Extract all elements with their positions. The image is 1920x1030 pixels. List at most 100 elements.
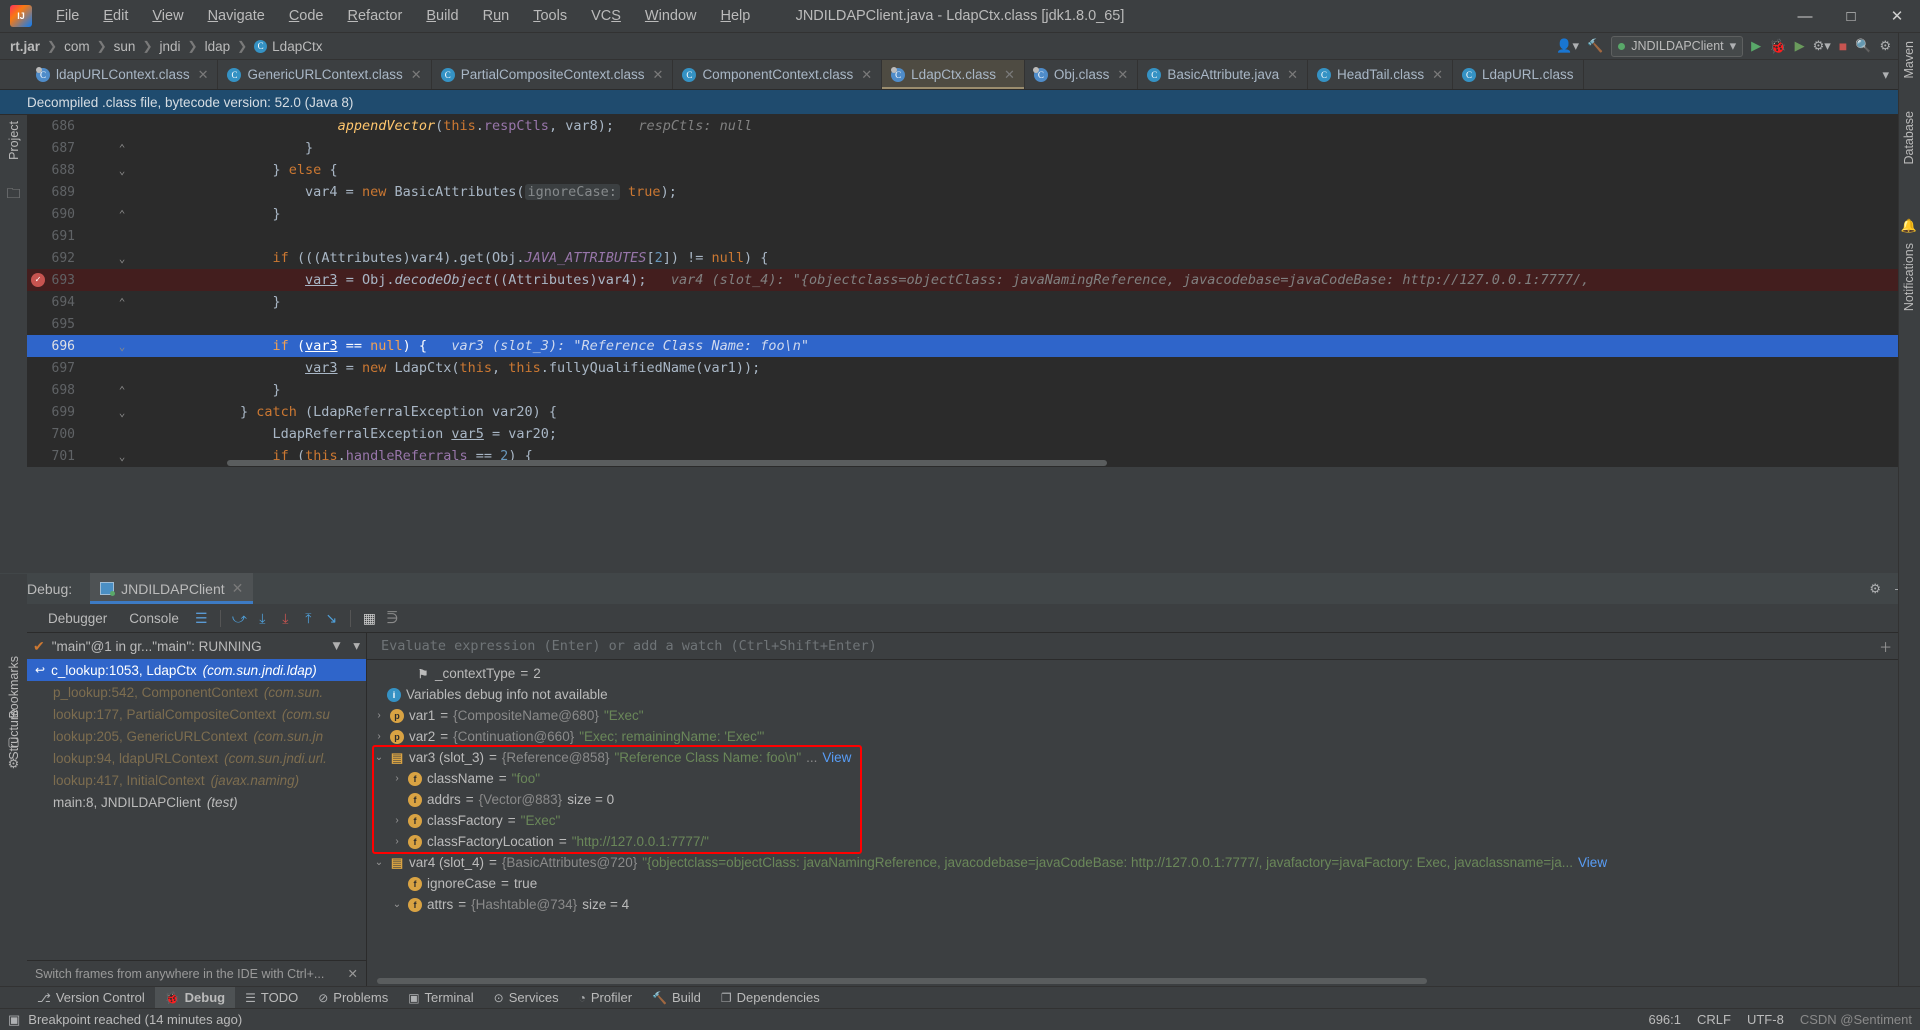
menu-help[interactable]: Help [708, 4, 762, 28]
stop-button[interactable]: ■ [1839, 38, 1847, 54]
tab-genericurlcontext[interactable]: C GenericURLContext.class ✕ [218, 60, 432, 89]
debug-session-tab[interactable]: JNDILDAPClient ✕ [90, 573, 254, 604]
frame-row-4[interactable]: lookup:94, ldapURLContext (com.sun.jndi.… [27, 747, 366, 769]
variable-row-var2[interactable]: › p var2 = {Continuation@660} "Exec; rem… [367, 726, 1920, 747]
variable-row-var1[interactable]: › p var1 = {CompositeName@680} "Exec" [367, 705, 1920, 726]
frames-hint-close-icon[interactable]: ✕ [348, 966, 358, 981]
chevron-down-icon[interactable]: ▾ [353, 638, 360, 654]
sidebar-item-notifications[interactable]: Notifications [1898, 243, 1920, 311]
breadcrumb-ldapctx[interactable]: C LdapCtx [254, 39, 322, 54]
step-over-icon[interactable]: ⤻ [228, 607, 251, 630]
menu-code[interactable]: Code [277, 4, 336, 28]
line-separator[interactable]: CRLF [1697, 1012, 1731, 1027]
variables-horizontal-scrollbar[interactable] [377, 978, 1427, 984]
tab-ldapurl[interactable]: C LdapURL.class [1453, 60, 1584, 89]
fold-handle[interactable]: ⌃ [109, 296, 135, 309]
inspections-icon[interactable]: 🔨 [1587, 38, 1603, 54]
menu-edit[interactable]: Edit [91, 4, 140, 28]
frame-row-1[interactable]: p_lookup:542, ComponentContext (com.sun. [27, 681, 366, 703]
menu-view[interactable]: View [140, 4, 195, 28]
variable-row-attrs[interactable]: ⌄ f attrs = {Hashtable@734} size = 4 [367, 894, 1920, 915]
expand-arrow[interactable]: › [391, 836, 403, 847]
tab-ldapurlcontext[interactable]: C ldapURLContext.class ✕ [27, 60, 219, 89]
fold-handle[interactable]: ⌃ [109, 384, 135, 397]
tab-partialcompositecontext[interactable]: C PartialCompositeContext.class ✕ [432, 60, 674, 89]
expand-arrow[interactable]: › [373, 710, 385, 721]
frame-row-3[interactable]: lookup:205, GenericURLContext (com.sun.j… [27, 725, 366, 747]
tab-console[interactable]: Console [118, 607, 190, 630]
fold-handle[interactable]: ⌄ [109, 164, 135, 177]
thread-selector[interactable]: ✔ "main"@1 in gr..."main": RUNNING ▼ ▾ [27, 633, 366, 659]
editor-horizontal-scrollbar[interactable] [227, 460, 1107, 466]
run-with-coverage-button[interactable]: ▶ [1795, 38, 1805, 54]
more-run-options-icon[interactable]: ⚙▾ [1813, 38, 1831, 54]
toolwin-dependencies[interactable]: ❐ Dependencies [711, 987, 830, 1009]
tab-ldapctx[interactable]: C LdapCtx.class ✕ [882, 60, 1025, 89]
breadcrumb-com[interactable]: com [64, 39, 90, 54]
sidebar-item-project[interactable]: Project [0, 121, 27, 160]
run-to-cursor-icon[interactable]: ↘ [320, 607, 343, 630]
minimize-button[interactable]: — [1782, 0, 1828, 33]
debug-session-close-icon[interactable]: ✕ [232, 580, 244, 597]
tab-close-icon[interactable]: ✕ [861, 67, 872, 83]
code-editor[interactable]: 686 appendVector(this.respCtls, var8); r… [27, 115, 1920, 467]
toolwin-debug[interactable]: 🐞 Debug [154, 986, 236, 1009]
breakpoint-icon[interactable]: ✓ [31, 273, 45, 287]
add-watch-icon[interactable]: ＋ [1879, 637, 1892, 656]
fold-handle[interactable]: ⌄ [109, 340, 135, 353]
evaluate-expression-input[interactable]: Evaluate expression (Enter) or add a wat… [367, 633, 1920, 660]
sidebar-item-database[interactable]: Database [1898, 111, 1920, 165]
variable-row-var4[interactable]: ⌄ ▤ var4 (slot_4) = {BasicAttributes@720… [367, 852, 1920, 873]
search-icon[interactable]: 🔍 [1855, 38, 1871, 54]
evaluate-expression-icon[interactable]: ▦ [358, 607, 381, 630]
toolwin-problems[interactable]: ⊘ Problems [308, 987, 398, 1009]
menu-tools[interactable]: Tools [521, 4, 579, 28]
tab-close-icon[interactable]: ✕ [1287, 67, 1298, 83]
view-link[interactable]: View [1578, 855, 1607, 870]
debugger-settings-icon[interactable]: ⋽ [381, 607, 404, 630]
view-link[interactable]: View [822, 750, 851, 765]
frame-row-2[interactable]: lookup:177, PartialCompositeContext (com… [27, 703, 366, 725]
menu-file[interactable]: File [44, 4, 91, 28]
variable-row-contexttype[interactable]: ⚑ _contextType = 2 [367, 663, 1920, 684]
tab-obj[interactable]: C Obj.class ✕ [1025, 60, 1139, 89]
tab-basicattribute[interactable]: C BasicAttribute.java ✕ [1138, 60, 1309, 89]
variable-row-classname[interactable]: › f className = "foo" [367, 768, 1920, 789]
tab-componentcontext[interactable]: C ComponentContext.class ✕ [673, 60, 883, 89]
expand-arrow[interactable]: › [391, 815, 403, 826]
collapse-arrow[interactable]: ⌄ [373, 857, 385, 868]
fold-handle[interactable]: ⌃ [109, 208, 135, 221]
layout-settings-icon[interactable]: ☰ [190, 607, 213, 630]
tab-close-icon[interactable]: ✕ [198, 67, 209, 83]
fold-handle[interactable]: ⌄ [109, 252, 135, 265]
breadcrumb-jndi[interactable]: jndi [160, 39, 181, 54]
step-into-icon[interactable]: ⤓ [251, 607, 274, 630]
maximize-button[interactable]: □ [1828, 0, 1874, 33]
force-step-into-icon[interactable]: ⤓ [274, 607, 297, 630]
debug-settings-icon[interactable]: ⚙ [1869, 581, 1881, 597]
file-encoding[interactable]: UTF-8 [1747, 1012, 1784, 1027]
tab-debugger[interactable]: Debugger [37, 607, 118, 635]
filter-icon[interactable]: ▼ [330, 638, 343, 654]
chevron-down-icon[interactable]: ▾ [1882, 67, 1889, 83]
sidebar-item-structure[interactable]: Structure [0, 709, 27, 760]
menu-navigate[interactable]: Navigate [196, 4, 277, 28]
project-folder-icon[interactable]: 🗀 [0, 183, 27, 207]
fold-handle[interactable]: ⌄ [109, 450, 135, 463]
expand-arrow[interactable]: › [373, 731, 385, 742]
frame-row-0[interactable]: ↩ c_lookup:1053, LdapCtx (com.sun.jndi.l… [27, 659, 366, 681]
variable-row-ignorecase[interactable]: f ignoreCase = true [367, 873, 1920, 894]
menu-window[interactable]: Window [633, 4, 709, 28]
close-button[interactable]: ✕ [1874, 0, 1920, 33]
toolwin-profiler[interactable]: ◔ Profiler [569, 987, 642, 1009]
tab-close-icon[interactable]: ✕ [1004, 67, 1015, 83]
toolwin-todo[interactable]: ☰ TODO [235, 987, 308, 1009]
toolwin-version-control[interactable]: ⎇ Version Control [27, 987, 155, 1009]
run-button[interactable]: ▶ [1751, 38, 1761, 54]
settings-gear-icon[interactable]: ⚙ [1879, 38, 1891, 54]
menu-build[interactable]: Build [414, 4, 470, 28]
tab-close-icon[interactable]: ✕ [411, 67, 422, 83]
menu-refactor[interactable]: Refactor [336, 4, 415, 28]
menu-bar[interactable]: File Edit View Navigate Code Refactor Bu… [44, 4, 762, 28]
debug-button[interactable]: 🐞 [1769, 38, 1786, 55]
